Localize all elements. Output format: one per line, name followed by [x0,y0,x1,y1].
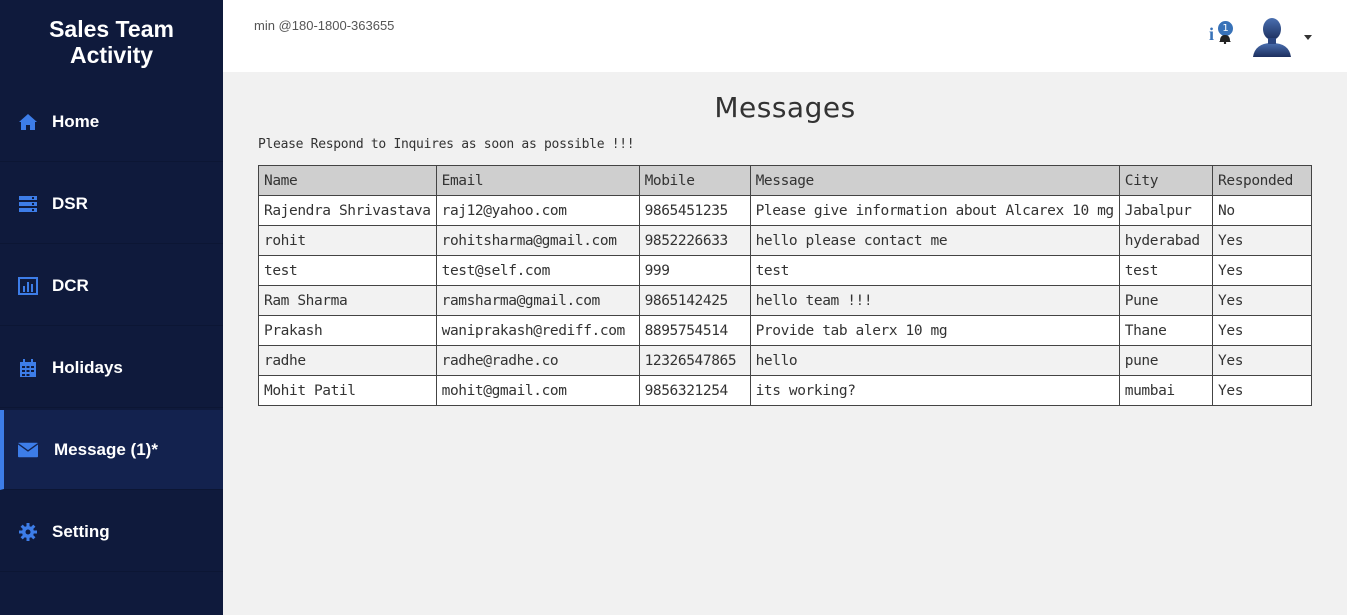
sidebar-item-label: Holidays [52,357,123,377]
cell-message: hello please contact me [749,225,1120,256]
column-header-name: Name [258,165,437,196]
brand-line-1: Sales Team [49,16,174,42]
column-header-message: Message [749,165,1120,196]
cell-responded: Yes [1212,225,1312,256]
cell-name: Rajendra Shrivastava [258,195,437,226]
cell-name: Prakash [258,315,437,346]
page-title: Messages [714,91,856,124]
cell-responded: Yes [1212,285,1312,316]
sidebar-item-label: DCR [52,275,89,295]
table-row: Ram Sharma ramsharma@gmail.com 9865142425 h… [258,285,1312,316]
column-header-email: Email [435,165,640,196]
messages-table: Name Email Mobile Message City Responded… [258,165,1312,406]
table-row: test test@self.com 999 test test Yes [258,255,1312,286]
cell-name: radhe [258,345,437,376]
cell-email: waniprakash@rediff.com [435,315,640,346]
table-row: Prakash waniprakash@rediff.com 8895754514 P… [258,315,1312,346]
cell-responded: Yes [1212,315,1312,346]
cell-message: hello [749,345,1120,376]
info-icon: i [1209,24,1215,44]
table-row: Rajendra Shrivastava raj12@yahoo.com 98654… [258,195,1312,226]
avatar[interactable] [1249,13,1295,59]
cell-email: test@self.com [435,255,640,286]
column-header-responded: Responded [1212,165,1312,196]
cell-city: mumbai [1118,375,1214,406]
sidebar-item-message[interactable]: Message (1)* [0,410,223,490]
sidebar-item-label: Message (1)* [54,439,158,459]
sidebar: Sales Team Activity Home DSR DCR Holiday… [0,0,223,615]
cell-message: Provide tab alerx 10 mg [749,315,1120,346]
cell-responded: Yes [1212,345,1312,376]
notification-button[interactable]: i 1 [1206,20,1236,46]
cell-email: rohitsharma@gmail.com [435,225,640,256]
cell-name: Mohit Patil [258,375,437,406]
cell-responded: Yes [1212,375,1312,406]
server-icon [18,194,38,214]
sidebar-item-setting[interactable]: Setting [0,492,223,572]
column-header-city: City [1118,165,1214,196]
brand-title: Sales Team Activity [0,0,223,82]
cell-responded: No [1212,195,1312,226]
gear-icon [18,522,38,542]
cell-city: hyderabad [1118,225,1214,256]
contact-info: min @180-1800-363655 [254,18,395,33]
cell-email: radhe@radhe.co [435,345,640,376]
cell-message: Please give information about Alcarex 10… [749,195,1120,226]
user-avatar-icon [1253,18,1291,57]
cell-message: its working? [749,375,1120,406]
cell-mobile: 9856321254 [638,375,751,406]
cell-mobile: 9865142425 [638,285,751,316]
cell-city: Pune [1118,285,1214,316]
table-row: radhe radhe@radhe.co 12326547865 hello pune Y… [258,345,1312,376]
sidebar-item-holidays[interactable]: Holidays [0,328,223,408]
sidebar-item-label: Setting [52,521,110,541]
cell-responded: Yes [1212,255,1312,286]
home-icon [18,112,38,132]
cell-message: test [749,255,1120,286]
cell-mobile: 12326547865 [638,345,751,376]
sidebar-item-label: Home [52,111,100,131]
table-row: Mohit Patil mohit@gmail.com 9856321254 its … [258,375,1312,406]
calendar-icon [18,358,38,378]
cell-email: mohit@gmail.com [435,375,640,406]
sidebar-item-dcr[interactable]: DCR [0,246,223,326]
column-header-mobile: Mobile [638,165,751,196]
cell-email: raj12@yahoo.com [435,195,640,226]
cell-mobile: 8895754514 [638,315,751,346]
envelope-icon [18,440,38,460]
cell-mobile: 9852226633 [638,225,751,256]
sidebar-item-dsr[interactable]: DSR [0,164,223,244]
sidebar-item-label: DSR [52,193,88,213]
page-subtitle: Please Respond to Inquires as soon as po… [258,137,635,152]
bar-chart-icon [18,276,38,296]
cell-city: Thane [1118,315,1214,346]
table-header-row: Name Email Mobile Message City Responded [258,165,1312,196]
table-row: rohit rohitsharma@gmail.com 9852226633 hell… [258,225,1312,256]
cell-city: test [1118,255,1214,286]
cell-mobile: 999 [638,255,751,286]
cell-city: Jabalpur [1118,195,1214,226]
cell-email: ramsharma@gmail.com [435,285,640,316]
sidebar-item-home[interactable]: Home [0,82,223,162]
bell-icon [1219,35,1231,44]
cell-city: pune [1118,345,1214,376]
brand-line-2: Activity [69,42,154,68]
cell-message: hello team !!! [749,285,1120,316]
chevron-down-icon[interactable] [1304,35,1312,40]
cell-mobile: 9865451235 [638,195,751,226]
cell-name: rohit [258,225,437,256]
top-bar: min @180-1800-363655 i 1 [223,0,1347,72]
cell-name: test [258,255,437,286]
cell-name: Ram Sharma [258,285,437,316]
